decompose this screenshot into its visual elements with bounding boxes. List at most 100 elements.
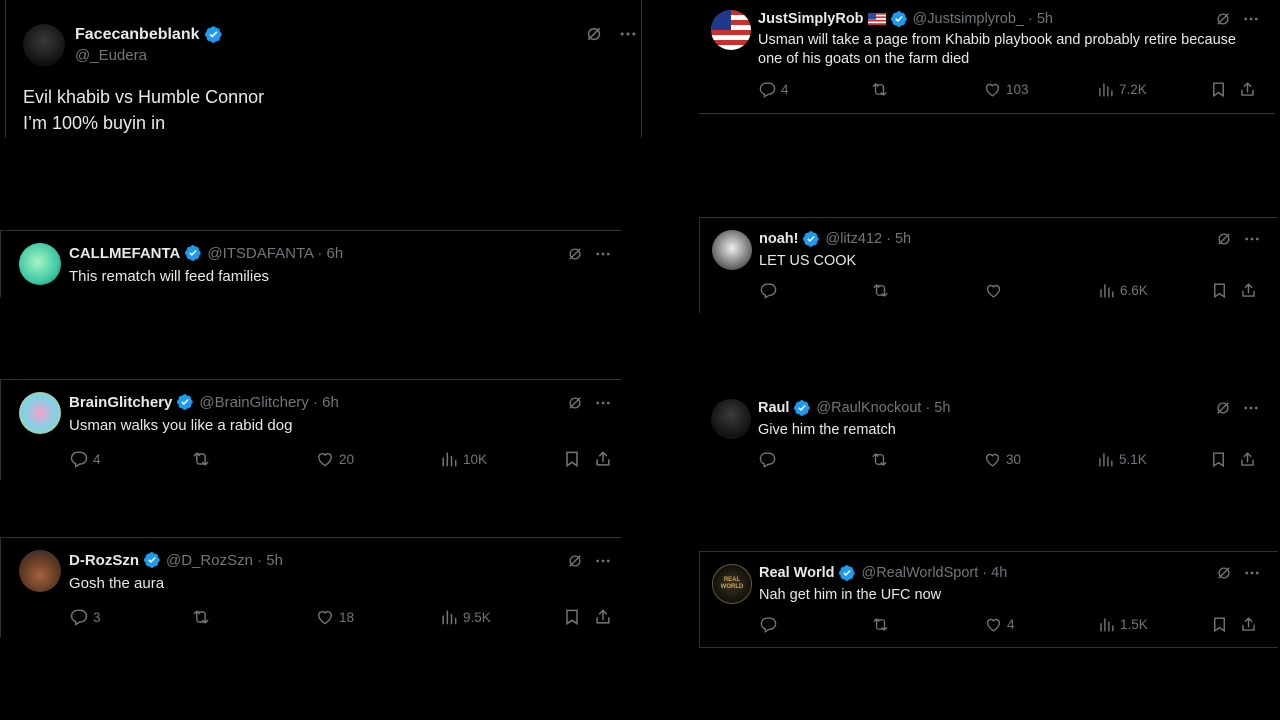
tweet-text: Evil khabib vs Humble Connor I’m 100% bu… (23, 84, 264, 136)
bookmark-button[interactable] (562, 607, 582, 627)
retweet-icon (871, 615, 890, 634)
more-icon[interactable] (1243, 564, 1261, 582)
user-handle[interactable]: @BrainGlitchery · 6h (199, 394, 338, 411)
more-icon[interactable] (1243, 230, 1261, 248)
views-button[interactable]: 1.5K (1097, 615, 1148, 634)
bookmark-button[interactable] (1210, 615, 1229, 634)
more-icon[interactable] (594, 394, 612, 412)
grok-icon[interactable] (1215, 564, 1233, 582)
share-button[interactable] (593, 449, 613, 469)
retweet-button[interactable] (871, 281, 890, 300)
user-name[interactable]: JustSimplyRob (758, 11, 864, 27)
user-handle[interactable]: @_Eudera (75, 47, 147, 64)
user-handle[interactable]: @D_RozSzn · 5h (166, 552, 283, 569)
bookmark-button[interactable] (1209, 450, 1228, 469)
retweet-icon (870, 450, 889, 469)
grok-icon[interactable] (1214, 10, 1232, 28)
share-button[interactable] (1239, 615, 1258, 634)
user-name[interactable]: Facecanbeblank (75, 26, 200, 44)
share-button[interactable] (1238, 80, 1257, 99)
user-handle[interactable]: @ITSDAFANTA · 6h (207, 245, 343, 262)
avatar[interactable] (23, 24, 65, 66)
grok-icon[interactable] (584, 24, 604, 44)
share-button[interactable] (1238, 450, 1257, 469)
tweet-card[interactable]: REAL WORLD Real World @RealWorldSport · … (699, 551, 1278, 648)
bookmark-button[interactable] (1210, 281, 1229, 300)
view-count: 7.2K (1119, 82, 1147, 97)
retweet-button[interactable] (870, 450, 889, 469)
like-button[interactable] (984, 281, 1007, 300)
verified-badge-icon (143, 551, 161, 569)
share-button[interactable] (1239, 281, 1258, 300)
reply-button[interactable]: 4 (758, 80, 789, 99)
verified-badge-icon (890, 10, 908, 28)
tweet-card[interactable]: Raul @RaulKnockout · 5h Give him the rem… (699, 387, 1277, 482)
avatar[interactable] (711, 10, 751, 50)
like-button[interactable]: 4 (984, 615, 1015, 634)
more-icon[interactable] (618, 24, 638, 44)
grok-icon[interactable] (566, 394, 584, 412)
grok-icon[interactable] (566, 245, 584, 263)
grok-icon[interactable] (566, 552, 584, 570)
retweet-button[interactable] (871, 615, 890, 634)
verified-badge-icon (838, 564, 856, 582)
reply-button[interactable]: 3 (69, 607, 101, 627)
avatar[interactable] (711, 399, 751, 439)
share-button[interactable] (593, 607, 613, 627)
user-name[interactable]: Raul (758, 400, 789, 416)
like-icon (315, 449, 335, 469)
more-icon[interactable] (1242, 399, 1260, 417)
retweet-button[interactable] (191, 607, 211, 627)
grok-icon[interactable] (1214, 399, 1232, 417)
views-button[interactable]: 7.2K (1096, 80, 1147, 99)
views-icon (1096, 450, 1115, 469)
bookmark-icon (562, 449, 582, 469)
bookmark-button[interactable] (1209, 80, 1228, 99)
avatar[interactable]: REAL WORLD (712, 564, 752, 604)
user-handle[interactable]: @RaulKnockout · 5h (816, 400, 950, 416)
retweet-button[interactable] (191, 449, 211, 469)
reply-button[interactable]: 4 (69, 449, 101, 469)
reply-button[interactable] (758, 450, 781, 469)
views-button[interactable]: 6.6K (1097, 281, 1148, 300)
like-button[interactable]: 30 (983, 450, 1021, 469)
more-icon[interactable] (594, 552, 612, 570)
tweet-card[interactable]: CALLMEFANTA @ITSDAFANTA · 6h This rematc… (0, 230, 621, 297)
user-handle[interactable]: @Justsimplyrob_ · 5h (913, 11, 1053, 27)
user-name[interactable]: BrainGlitchery (69, 394, 172, 411)
reply-button[interactable] (759, 281, 782, 300)
views-button[interactable]: 5.1K (1096, 450, 1147, 469)
grok-icon[interactable] (1215, 230, 1233, 248)
reply-icon (69, 607, 89, 627)
bookmark-button[interactable] (562, 449, 582, 469)
user-name[interactable]: D-RozSzn (69, 552, 139, 569)
tweet-card[interactable]: noah! @litz412 · 5h LET US COOK 6.6K (699, 217, 1278, 313)
more-icon[interactable] (594, 245, 612, 263)
tweet-card[interactable]: D-RozSzn @D_RozSzn · 5h Gosh the aura 3 … (0, 537, 621, 638)
views-button[interactable]: 10K (439, 449, 487, 469)
tweet-card[interactable]: Facecanbeblank @_Eudera Evil khabib vs H… (5, 0, 642, 138)
user-name[interactable]: noah! (759, 231, 798, 247)
verified-badge-icon (793, 399, 811, 417)
avatar[interactable] (19, 392, 61, 434)
avatar[interactable] (19, 550, 61, 592)
tweet-text: This rematch will feed families (69, 268, 270, 285)
user-name[interactable]: Real World (759, 565, 834, 581)
tweet-card[interactable]: JustSimplyRob @Justsimplyrob_ · 5h Usman… (699, 0, 1275, 114)
views-button[interactable]: 9.5K (439, 607, 491, 627)
like-button[interactable]: 103 (983, 80, 1029, 99)
retweet-button[interactable] (870, 80, 889, 99)
user-name[interactable]: CALLMEFANTA (69, 245, 180, 262)
reply-count: 3 (93, 609, 101, 625)
tweet-text: Gosh the aura (69, 575, 165, 592)
user-handle[interactable]: @litz412 · 5h (825, 231, 911, 247)
more-icon[interactable] (1242, 10, 1260, 28)
reply-button[interactable] (759, 615, 782, 634)
avatar[interactable] (19, 243, 61, 285)
like-button[interactable]: 20 (315, 449, 354, 469)
like-button[interactable]: 18 (315, 607, 354, 627)
tweet-card[interactable]: BrainGlitchery @BrainGlitchery · 6h Usma… (0, 379, 621, 480)
user-handle[interactable]: @RealWorldSport · 4h (861, 565, 1007, 581)
avatar[interactable] (712, 230, 752, 270)
verified-badge-icon (176, 393, 194, 411)
